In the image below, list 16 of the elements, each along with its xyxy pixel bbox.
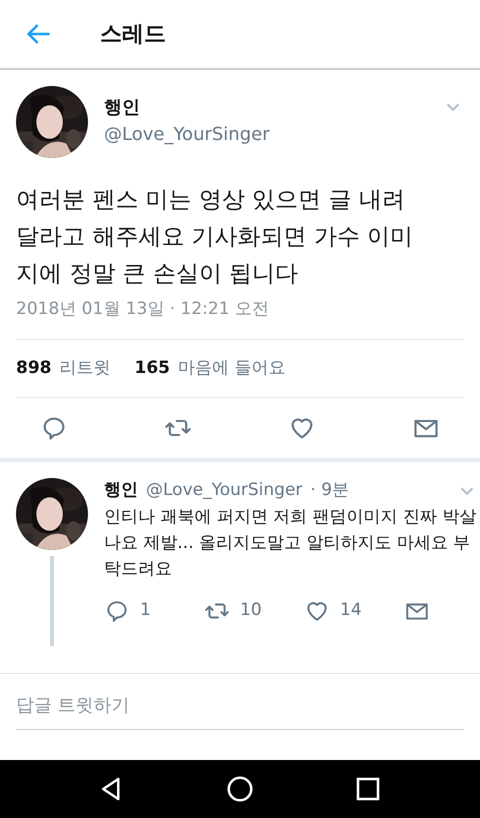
heart-button[interactable]: 14 <box>304 598 404 624</box>
tweet-time: · 9분 <box>310 479 350 502</box>
page-title: 스레드 <box>100 20 166 48</box>
reply-button[interactable]: 1 <box>104 598 204 624</box>
user-name: 행인 <box>104 96 141 120</box>
user-name: 행인 <box>104 479 138 502</box>
tweet-timestamp: 2018년 01월 13일 · 12:21 오전 <box>16 298 270 321</box>
stat-link[interactable]: 898 리트윗 <box>16 356 110 381</box>
tweet-text: 여러분 펜스 미는 영상 있으면 글 내려달라고 해주세요 기사화되면 가수 이미지에 정말 큰 손실이 됩니다 <box>16 186 414 289</box>
user-handle: @Love_YourSinger <box>146 479 302 502</box>
tweet-text: 인티나 괘북에 퍼지면 저희 팬덤이미지 진짜 박살나요 제발... 올리지도말고 알티하지도 마세요 부탁드려요 <box>104 506 478 580</box>
user-handle: @Love_YourSinger <box>104 123 271 147</box>
home-circle-button[interactable] <box>225 774 255 804</box>
stat-link[interactable]: 165 마음에 들어요 <box>134 356 286 381</box>
home-circle-icon <box>225 774 255 804</box>
retweet-button[interactable]: 10 <box>204 598 304 624</box>
